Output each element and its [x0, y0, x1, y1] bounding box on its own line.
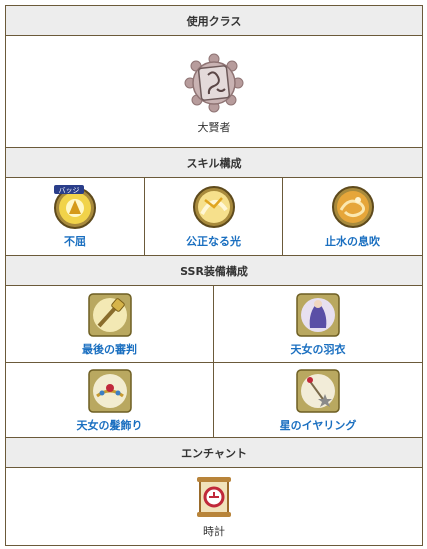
enchant-section-header: エンチャント: [4, 437, 424, 468]
skill-name-link[interactable]: 不屈: [64, 233, 86, 249]
skill-section-header: スキル構成: [4, 147, 424, 178]
unbowed-skill-icon[interactable]: バッジ: [51, 184, 99, 230]
celestial-hairpin-icon[interactable]: [87, 368, 133, 414]
skill-badge: バッジ: [59, 187, 80, 195]
still-water-skill-icon[interactable]: [330, 184, 376, 230]
ssr-cell-1: 最後の審判: [5, 285, 214, 363]
skill-cell-1: バッジ 不屈: [5, 177, 145, 256]
enchant-cell: 時計: [4, 467, 424, 546]
build-table: 使用クラス 大賢者 スキル構成 バッジ 不屈 公正なる光 止水の息吹 SSR装備…: [4, 5, 424, 546]
skill-cell-2: 公正なる光: [144, 177, 283, 256]
ssr-name-link[interactable]: 天女の髪飾り: [77, 417, 143, 433]
celestial-robe-icon[interactable]: [295, 292, 341, 338]
class-section-header: 使用クラス: [4, 5, 424, 36]
clock-scroll-icon: [197, 476, 232, 517]
class-name: 大賢者: [197, 120, 231, 134]
sage-crest-icon: [184, 53, 244, 112]
ssr-cell-2: 天女の羽衣: [212, 285, 424, 363]
star-earring-icon[interactable]: [295, 368, 341, 414]
ssr-cell-3: 天女の髪飾り: [5, 362, 214, 438]
ssr-name-link[interactable]: 星のイヤリング: [280, 417, 357, 433]
build-info-panel: 使用クラス 大賢者 スキル構成 バッジ 不屈 公正なる光 止水の息吹 SSR装備…: [4, 5, 424, 546]
skill-cell-3: 止水の息吹: [281, 177, 424, 256]
enchant-name: 時計: [203, 524, 226, 538]
just-light-skill-icon[interactable]: [191, 184, 237, 230]
ssr-name-link[interactable]: 天女の羽衣: [291, 341, 346, 357]
skill-name-link[interactable]: 公正なる光: [186, 233, 241, 249]
class-cell: 大賢者: [4, 35, 424, 148]
ssr-cell-4: 星のイヤリング: [212, 362, 424, 438]
ssr-name-link[interactable]: 最後の審判: [82, 341, 137, 357]
last-judgment-icon[interactable]: [87, 292, 133, 338]
skill-name-link[interactable]: 止水の息吹: [325, 233, 380, 249]
ssr-section-header: SSR装備構成: [4, 255, 424, 286]
